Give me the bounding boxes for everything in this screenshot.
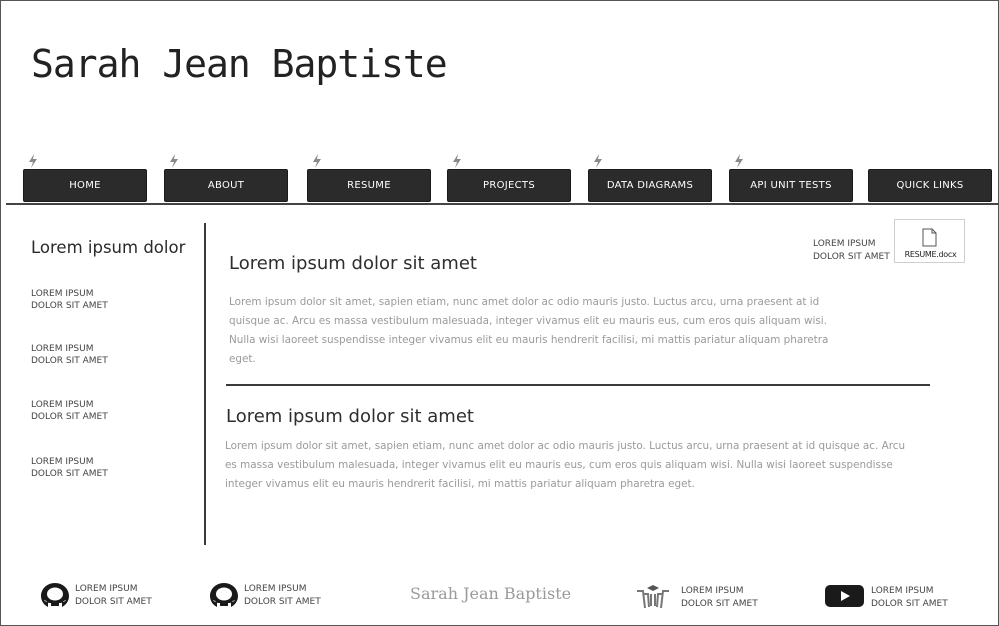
nav-item-projects: PROJECTS <box>447 150 571 204</box>
nav-item-api-unit-tests: API UNIT TESTS <box>729 150 853 204</box>
sidebar-link[interactable]: LOREM IPSUM DOLOR SIT AMET <box>31 456 171 480</box>
github-icon <box>41 583 69 607</box>
sidebar-link[interactable]: LOREM IPSUM DOLOR SIT AMET <box>31 288 171 312</box>
footer-line2: DOLOR SIT AMET <box>75 597 152 607</box>
footer-site-name: Sarah Jean Baptiste <box>410 584 572 603</box>
nav-item-about: ABOUT <box>164 150 288 204</box>
stack-overflow-icon <box>637 585 669 609</box>
footer-line2: DOLOR SIT AMET <box>681 599 758 609</box>
section-paragraph: Lorem ipsum dolor sit amet, sapien etiam… <box>229 293 849 369</box>
sidebar-title: Lorem ipsum dolor <box>31 238 186 257</box>
resume-label-line1: LOREM IPSUM <box>813 239 876 249</box>
section-divider <box>226 384 930 386</box>
footer-stack-link[interactable]: LOREM IPSUM DOLOR SIT AMET <box>636 584 761 612</box>
nav-item-home: HOME <box>23 150 147 204</box>
footer-line1: LOREM IPSUM <box>871 586 934 596</box>
resume-label-line2: DOLOR SIT AMET <box>813 252 890 262</box>
sidebar-link-line2: DOLOR SIT AMET <box>31 356 108 366</box>
nav-projects-button[interactable]: PROJECTS <box>447 169 571 202</box>
resume-file-name: RESUME.docx <box>904 250 957 259</box>
sidebar-link-line1: LOREM IPSUM <box>31 344 94 354</box>
sidebar-link[interactable]: LOREM IPSUM DOLOR SIT AMET <box>31 399 171 423</box>
lightning-icon <box>313 154 321 168</box>
nav-resume-button[interactable]: RESUME <box>307 169 431 202</box>
nav-item-quick-links: QUICK LINKS <box>868 150 992 204</box>
nav-divider <box>6 203 999 205</box>
sidebar-link-line1: LOREM IPSUM <box>31 457 94 467</box>
resume-download-link[interactable]: RESUME.docx <box>894 219 965 263</box>
footer-link-text: LOREM IPSUM DOLOR SIT AMET <box>871 585 991 611</box>
github-icon <box>210 583 238 607</box>
paragraph-line: Lorem ipsum dolor sit amet, sapien etiam… <box>225 440 906 452</box>
paragraph-line: integer vivamus elit eu mauris hendrerit… <box>225 478 695 490</box>
site-title: Sarah Jean Baptiste <box>31 42 448 86</box>
section-heading: Lorem ipsum dolor sit amet <box>226 406 474 427</box>
lightning-icon <box>29 154 37 168</box>
document-icon <box>922 228 937 247</box>
sidebar-link-line2: DOLOR SIT AMET <box>31 301 108 311</box>
main-nav: HOME ABOUT RESUME PROJECTS DATA DIAGRAMS… <box>0 150 999 206</box>
footer-line2: DOLOR SIT AMET <box>871 599 948 609</box>
nav-item-resume: RESUME <box>307 150 431 204</box>
footer-youtube-link[interactable]: LOREM IPSUM DOLOR SIT AMET <box>825 584 950 612</box>
footer-link-text: LOREM IPSUM DOLOR SIT AMET <box>681 585 801 611</box>
footer-line2: DOLOR SIT AMET <box>244 597 321 607</box>
nav-data-diagrams-button[interactable]: DATA DIAGRAMS <box>588 169 712 202</box>
footer-line1: LOREM IPSUM <box>75 584 138 594</box>
nav-quick-links-button[interactable]: QUICK LINKS <box>868 169 992 202</box>
nav-api-unit-tests-button[interactable]: API UNIT TESTS <box>729 169 853 202</box>
nav-home-button[interactable]: HOME <box>23 169 147 202</box>
sidebar-link-line2: DOLOR SIT AMET <box>31 469 108 479</box>
lightning-icon <box>594 154 602 168</box>
paragraph-line: eget. <box>229 353 256 365</box>
sidebar-link-line1: LOREM IPSUM <box>31 400 94 410</box>
footer-link-text: LOREM IPSUM DOLOR SIT AMET <box>75 583 195 609</box>
lightning-icon <box>170 154 178 168</box>
sidebar: Lorem ipsum dolor LOREM IPSUM DOLOR SIT … <box>31 238 201 479</box>
resume-download-label: LOREM IPSUM DOLOR SIT AMET <box>813 238 893 264</box>
footer-line1: LOREM IPSUM <box>244 584 307 594</box>
paragraph-line: Nulla wisi laoreet suspendisse integer v… <box>229 334 829 346</box>
footer-line1: LOREM IPSUM <box>681 586 744 596</box>
paragraph-line: es massa vestibulum malesuada, integer v… <box>225 459 893 471</box>
footer-link-text: LOREM IPSUM DOLOR SIT AMET <box>244 583 364 609</box>
paragraph-line: Lorem ipsum dolor sit amet, sapien etiam… <box>229 296 820 308</box>
nav-about-button[interactable]: ABOUT <box>164 169 288 202</box>
lightning-icon <box>453 154 461 168</box>
sidebar-link-line1: LOREM IPSUM <box>31 289 94 299</box>
sidebar-divider <box>204 223 206 545</box>
footer-github-link[interactable]: LOREM IPSUM DOLOR SIT AMET <box>40 582 160 610</box>
section-heading: Lorem ipsum dolor sit amet <box>229 253 477 274</box>
sidebar-link-line2: DOLOR SIT AMET <box>31 412 108 422</box>
lightning-icon <box>735 154 743 168</box>
youtube-icon <box>825 585 864 607</box>
sidebar-link[interactable]: LOREM IPSUM DOLOR SIT AMET <box>31 343 171 367</box>
nav-item-data-diagrams: DATA DIAGRAMS <box>588 150 712 204</box>
section-paragraph: Lorem ipsum dolor sit amet, sapien etiam… <box>225 437 940 494</box>
paragraph-line: quisque ac. Arcu es massa vestibulum mal… <box>229 315 827 327</box>
footer-github-link[interactable]: LOREM IPSUM DOLOR SIT AMET <box>209 582 329 610</box>
